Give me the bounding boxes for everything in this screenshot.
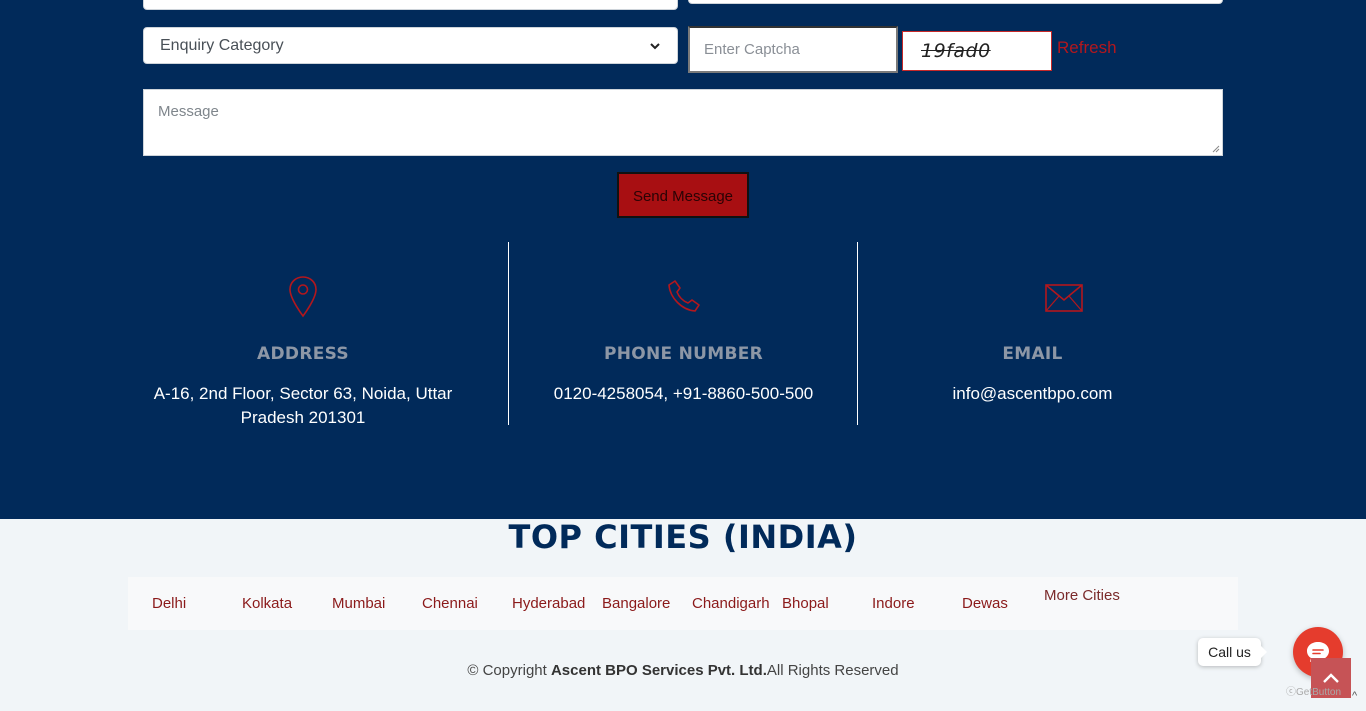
caret-up-icon[interactable]: ^: [1352, 690, 1357, 702]
address-title: ADDRESS: [257, 344, 349, 364]
more-cities-link[interactable]: More Cities: [1044, 587, 1120, 604]
copyright-line: © Copyright Ascent BPO Services Pvt. Ltd…: [0, 662, 1366, 679]
city-link[interactable]: Chennai: [422, 595, 478, 612]
phone-block: PHONE NUMBER 0120-4258054, +91-8860-500-…: [508, 242, 858, 425]
resize-handle-icon[interactable]: [1212, 145, 1220, 153]
top-cities-heading: TOP CITIES (INDIA): [508, 518, 858, 556]
message-textarea[interactable]: Message: [143, 89, 1223, 156]
city-link[interactable]: Hyderabad: [512, 595, 585, 612]
address-block: ADDRESS A-16, 2nd Floor, Sector 63, Noid…: [128, 242, 478, 427]
city-link[interactable]: Chandigarh: [692, 595, 770, 612]
phone-title: PHONE NUMBER: [603, 344, 764, 364]
cities-bar: Delhi Kolkata Mumbai Chennai Hyderabad B…: [128, 577, 1238, 630]
call-us-tooltip[interactable]: Call us: [1198, 638, 1267, 666]
city-link[interactable]: Kolkata: [242, 595, 292, 612]
city-link[interactable]: Bangalore: [602, 595, 670, 612]
getbutton-label: GetButton: [1296, 687, 1342, 698]
address-text: A-16, 2nd Floor, Sector 63, Noida, Uttar…: [153, 384, 453, 427]
getbutton-credit[interactable]: ⓒGetButton: [1286, 683, 1341, 698]
city-link[interactable]: Mumbai: [332, 595, 385, 612]
name-field[interactable]: [143, 0, 678, 10]
enquiry-category-value: Enquiry Category: [160, 36, 284, 54]
envelope-icon: [1045, 284, 1083, 312]
contact-section: Enquiry Category Enter Captcha 19fad0 Re…: [0, 0, 1366, 519]
city-link[interactable]: Bhopal: [782, 595, 829, 612]
rights-text: All Rights Reserved: [766, 662, 899, 679]
phone-field[interactable]: [688, 0, 1223, 4]
map-pin-icon: [289, 276, 317, 318]
captcha-placeholder: Enter Captcha: [704, 41, 800, 58]
company-name: Ascent BPO Services Pvt. Ltd.: [550, 662, 767, 679]
chevron-down-icon: [650, 42, 660, 49]
city-link[interactable]: Indore: [872, 595, 915, 612]
email-title: EMAIL: [1002, 344, 1063, 364]
message-placeholder: Message: [158, 103, 219, 120]
captcha-code: 19fad0: [921, 40, 991, 62]
captcha-input[interactable]: Enter Captcha: [688, 26, 898, 73]
email-text[interactable]: info@ascentbpo.com: [878, 382, 1187, 406]
city-link[interactable]: Delhi: [152, 595, 186, 612]
email-block: EMAIL info@ascentbpo.com: [857, 242, 1268, 425]
send-message-button[interactable]: Send Message: [617, 172, 749, 218]
city-link[interactable]: Dewas: [962, 595, 1008, 612]
phone-text: 0120-4258054, +91-8860-500-500: [553, 384, 814, 403]
refresh-captcha-link[interactable]: Refresh: [1057, 38, 1117, 58]
enquiry-category-select[interactable]: Enquiry Category: [143, 27, 678, 64]
copyright-prefix: © Copyright: [467, 662, 551, 679]
captcha-image: 19fad0: [902, 31, 1052, 71]
phone-icon: [667, 280, 700, 312]
